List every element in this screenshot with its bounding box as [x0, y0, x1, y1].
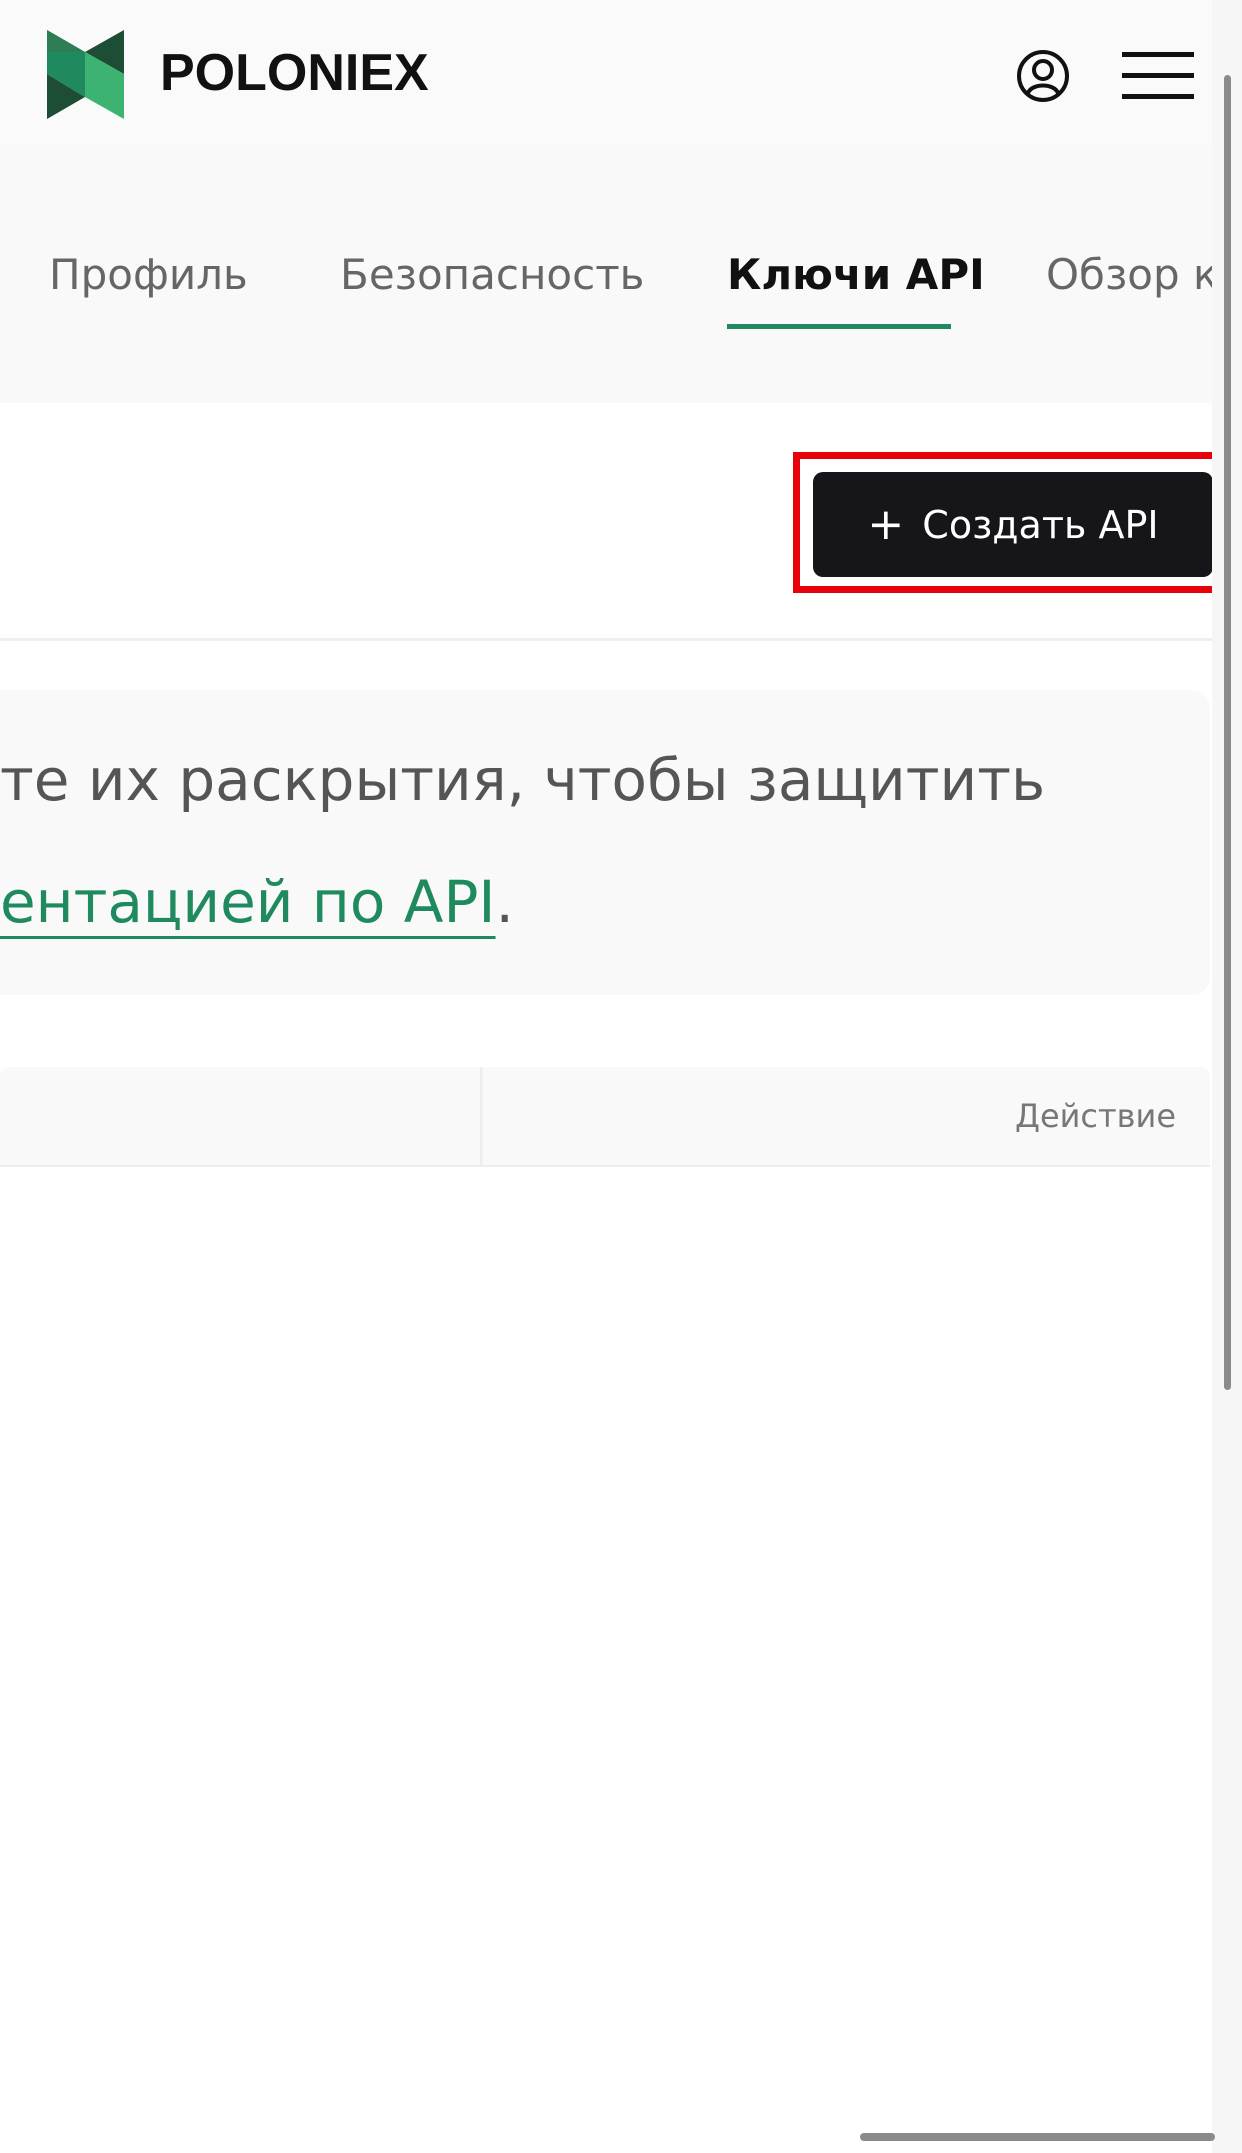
tab-security[interactable]: Безопасность — [340, 245, 644, 305]
tab-profile[interactable]: Профиль — [49, 245, 248, 305]
tab-api-keys[interactable]: Ключи API — [727, 245, 985, 305]
api-keys-card — [0, 403, 1212, 2153]
active-tab-indicator — [727, 324, 951, 329]
vertical-scrollbar[interactable] — [1224, 75, 1231, 1390]
page: POLONIEX Профиль Безопасность Ключи API … — [0, 0, 1242, 2153]
create-api-label: Создать API — [922, 502, 1159, 547]
column-header-action: Действие — [1014, 1097, 1176, 1135]
section-divider — [0, 638, 1212, 641]
api-docs-link[interactable]: ентацией по API — [0, 868, 496, 936]
brand-name[interactable]: POLONIEX — [160, 42, 429, 104]
user-circle-icon[interactable] — [1016, 49, 1070, 103]
account-tabs: Профиль Безопасность Ключи API Обзор кур… — [0, 150, 1242, 403]
column-separator — [480, 1067, 484, 1165]
top-header: POLONIEX — [0, 0, 1242, 150]
notice-period: . — [495, 868, 514, 936]
plus-icon: + — [867, 498, 905, 550]
notice-text: те их раскрытия, чтобы защитить — [0, 746, 1046, 814]
hamburger-menu-icon[interactable] — [1122, 52, 1194, 100]
notice-text-line2: ентацией по API. — [0, 862, 514, 942]
poloniex-logo-icon[interactable] — [47, 30, 124, 119]
create-api-button[interactable]: + Создать API — [813, 472, 1213, 577]
horizontal-scrollbar[interactable] — [860, 2133, 1215, 2141]
api-notice-box — [0, 690, 1210, 995]
